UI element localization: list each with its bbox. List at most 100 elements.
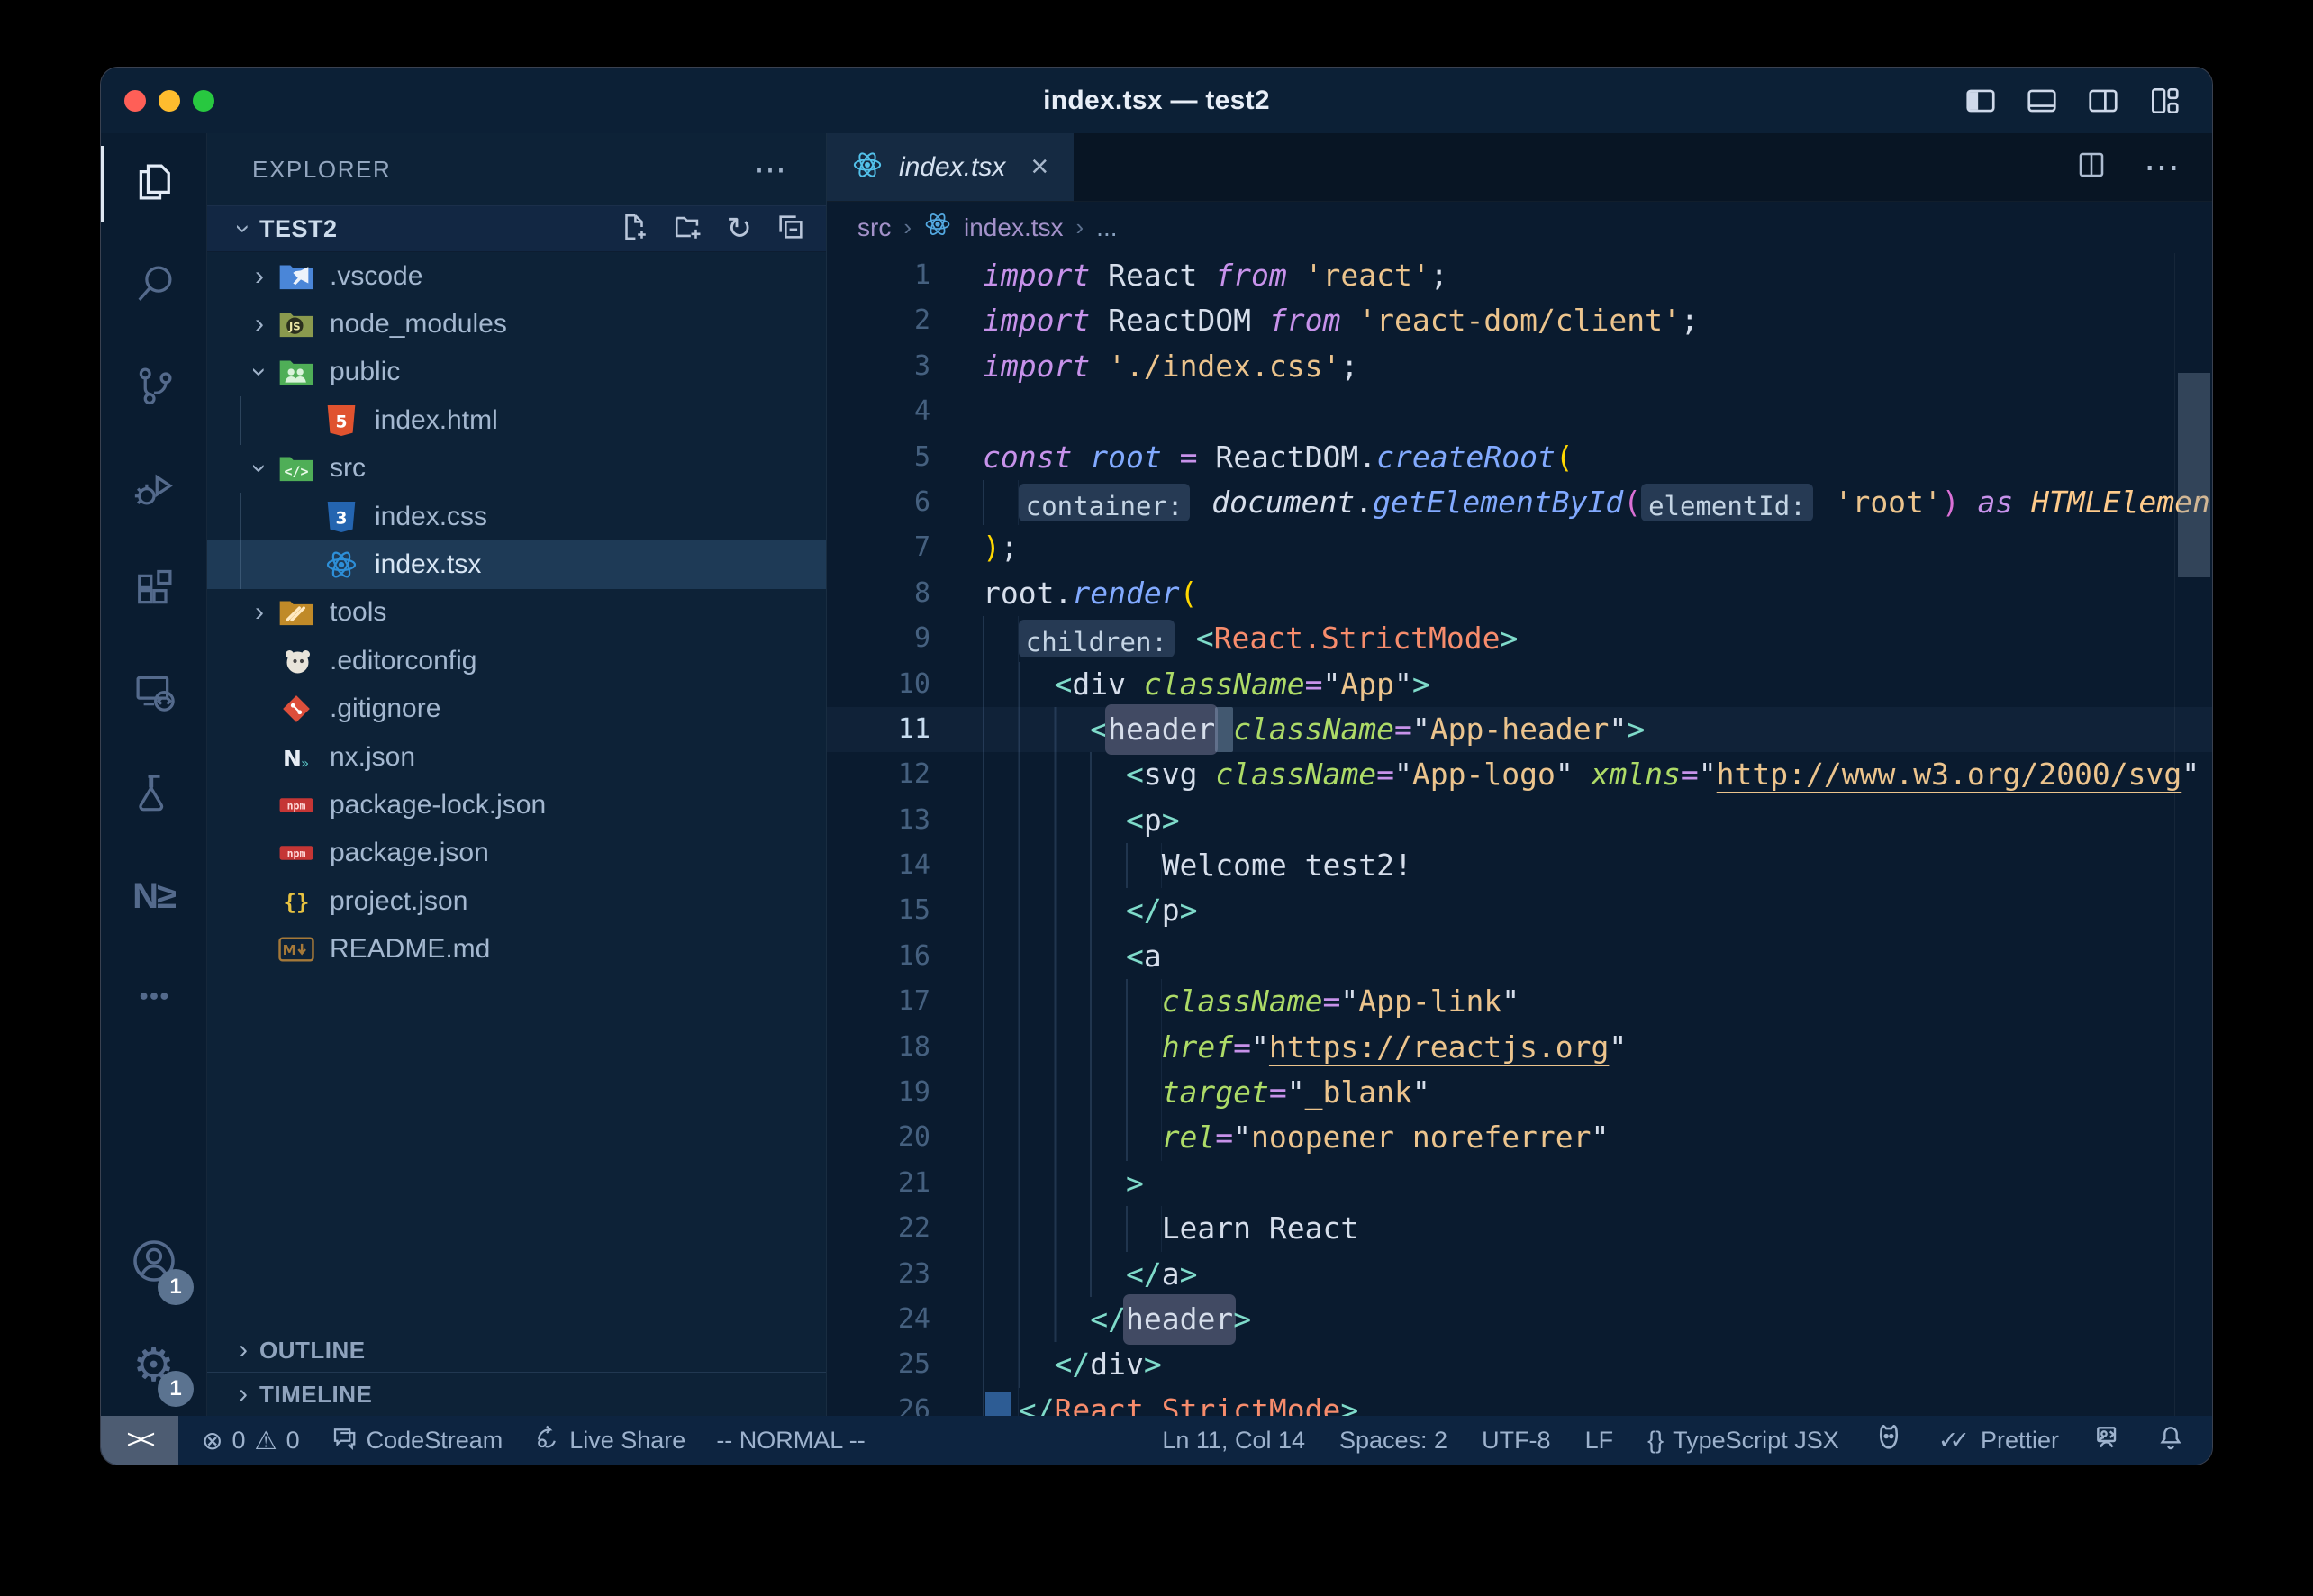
code-line-25[interactable]: 25 </div>	[827, 1342, 2212, 1387]
code-line-23[interactable]: 23 </a>	[827, 1252, 2212, 1297]
toggle-primary-sidebar-icon[interactable]	[1964, 84, 1998, 118]
collapse-all-icon[interactable]	[776, 212, 806, 247]
code-line-16[interactable]: 16 <a	[827, 934, 2212, 979]
explorer-more-icon[interactable]: ⋯	[754, 150, 786, 188]
line-number[interactable]: 17	[827, 979, 930, 1024]
tree-item-package-json[interactable]: npmpackage.json	[207, 830, 826, 877]
code-line-5[interactable]: 5const root = ReactDOM.createRoot(	[827, 435, 2212, 480]
activity-explorer[interactable]	[101, 133, 206, 235]
activity-nx-console[interactable]: N≥	[101, 846, 206, 948]
code-line-8[interactable]: 8root.render(	[827, 571, 2212, 616]
line-number[interactable]: 26	[827, 1388, 930, 1416]
tree-item-project-json[interactable]: {}project.json	[207, 877, 826, 925]
line-number[interactable]: 11	[827, 707, 930, 752]
code-line-10[interactable]: 10 <div className="App">	[827, 662, 2212, 707]
line-number[interactable]: 9	[827, 616, 930, 661]
activity-remote-explorer[interactable]	[101, 642, 206, 744]
line-number[interactable]: 10	[827, 662, 930, 707]
octocat-status[interactable]	[1873, 1422, 1904, 1459]
line-number[interactable]: 14	[827, 843, 930, 888]
line-number[interactable]: 13	[827, 798, 930, 843]
activity-more[interactable]	[101, 948, 206, 1049]
line-number[interactable]: 12	[827, 752, 930, 797]
line-number[interactable]: 23	[827, 1252, 930, 1297]
editor-scrollbar[interactable]	[2174, 253, 2212, 1416]
activity-run-debug[interactable]	[101, 439, 206, 540]
feedback-status[interactable]	[2093, 1423, 2122, 1458]
refresh-icon[interactable]: ↻	[727, 213, 753, 244]
code-line-7[interactable]: 7);	[827, 525, 2212, 570]
indentation-status[interactable]: Spaces: 2	[1339, 1427, 1447, 1455]
code-line-1[interactable]: 1import React from 'react';	[827, 253, 2212, 298]
code-line-24[interactable]: 24 </header>	[827, 1297, 2212, 1342]
code-line-15[interactable]: 15 </p>	[827, 888, 2212, 933]
activity-accounts[interactable]: 1	[101, 1212, 206, 1314]
code-line-14[interactable]: 14 Welcome test2!	[827, 843, 2212, 888]
activity-search[interactable]	[101, 235, 206, 337]
breadcrumb[interactable]: src › index.tsx › ...	[827, 202, 2212, 253]
panel-outline[interactable]: › OUTLINE	[207, 1328, 826, 1372]
breadcrumb-file[interactable]: index.tsx	[964, 213, 1064, 242]
eol-status[interactable]: LF	[1585, 1427, 1614, 1455]
close-tab-icon[interactable]: ×	[1030, 150, 1048, 185]
line-number[interactable]: 3	[827, 344, 930, 389]
tree-item-index-tsx[interactable]: index.tsx	[207, 540, 826, 588]
line-number[interactable]: 25	[827, 1342, 930, 1387]
line-number[interactable]: 7	[827, 525, 930, 570]
activity-settings[interactable]: ⚙ 1	[101, 1314, 206, 1416]
code-line-3[interactable]: 3import './index.css';	[827, 344, 2212, 389]
code-line-20[interactable]: 20 rel="noopener noreferrer"	[827, 1115, 2212, 1160]
line-number[interactable]: 15	[827, 888, 930, 933]
line-number[interactable]: 4	[827, 389, 930, 434]
line-number[interactable]: 21	[827, 1161, 930, 1206]
code-line-21[interactable]: 21 >	[827, 1161, 2212, 1206]
code-editor[interactable]: 1import React from 'react';2import React…	[827, 253, 2212, 1416]
code-line-11[interactable]: 11 <header className="App-header">	[827, 707, 2212, 752]
encoding-status[interactable]: UTF-8	[1482, 1427, 1551, 1455]
titlebar[interactable]: index.tsx — test2	[101, 68, 2212, 133]
line-number[interactable]: 5	[827, 435, 930, 480]
activity-testing[interactable]	[101, 744, 206, 846]
vim-mode-status[interactable]: -- NORMAL --	[716, 1427, 865, 1455]
toggle-secondary-sidebar-icon[interactable]	[2086, 84, 2120, 118]
line-number[interactable]: 2	[827, 298, 930, 343]
new-file-icon[interactable]	[619, 212, 649, 247]
notifications-status[interactable]	[2156, 1423, 2185, 1458]
scrollbar-thumb[interactable]	[2178, 373, 2210, 577]
code-line-22[interactable]: 22 Learn React	[827, 1206, 2212, 1251]
line-number[interactable]: 19	[827, 1070, 930, 1115]
code-line-13[interactable]: 13 <p>	[827, 798, 2212, 843]
panel-timeline[interactable]: › TIMELINE	[207, 1372, 826, 1416]
activity-extensions[interactable]	[101, 540, 206, 642]
tree-item-index-html[interactable]: 5index.html	[207, 396, 826, 444]
code-line-26[interactable]: 26 </React.StrictMode>	[827, 1388, 2212, 1416]
toggle-panel-icon[interactable]	[2025, 84, 2059, 118]
customize-layout-icon[interactable]	[2147, 84, 2181, 118]
tree-item-readme-md[interactable]: MREADME.md	[207, 925, 826, 973]
tab-index-tsx[interactable]: index.tsx ×	[827, 133, 1074, 201]
editor-more-actions-icon[interactable]: ⋯	[2144, 147, 2181, 188]
activity-source-control[interactable]	[101, 337, 206, 439]
new-folder-icon[interactable]	[673, 212, 703, 247]
formatter-status[interactable]: ✓✓Prettier	[1938, 1427, 2059, 1455]
tree-item--editorconfig[interactable]: .editorconfig	[207, 637, 826, 685]
code-line-6[interactable]: 6 container: document.getElementById(ele…	[827, 480, 2212, 525]
split-editor-icon[interactable]	[2075, 149, 2108, 186]
problems-status[interactable]: ⊗0 ⚠0	[202, 1426, 300, 1455]
line-number[interactable]: 22	[827, 1206, 930, 1251]
code-line-2[interactable]: 2import ReactDOM from 'react-dom/client'…	[827, 298, 2212, 343]
breadcrumb-src[interactable]: src	[857, 213, 891, 242]
code-line-12[interactable]: 12 <svg className="App-logo" xmlns="http…	[827, 752, 2212, 797]
cursor-position-status[interactable]: Ln 11, Col 14	[1162, 1427, 1305, 1455]
tree-item--vscode[interactable]: ›.vscode	[207, 252, 826, 300]
tree-item-nx-json[interactable]: N»nx.json	[207, 733, 826, 781]
line-number[interactable]: 1	[827, 253, 930, 298]
codestream-status[interactable]: CodeStream	[331, 1424, 503, 1457]
tree-item-src[interactable]: ›</>src	[207, 445, 826, 493]
line-number[interactable]: 24	[827, 1297, 930, 1342]
line-number[interactable]: 8	[827, 571, 930, 616]
line-number[interactable]: 18	[827, 1025, 930, 1070]
tree-item-public[interactable]: ›public	[207, 349, 826, 396]
tree-item--gitignore[interactable]: .gitignore	[207, 685, 826, 733]
section-test2[interactable]: › TEST2 ↻	[207, 205, 826, 252]
